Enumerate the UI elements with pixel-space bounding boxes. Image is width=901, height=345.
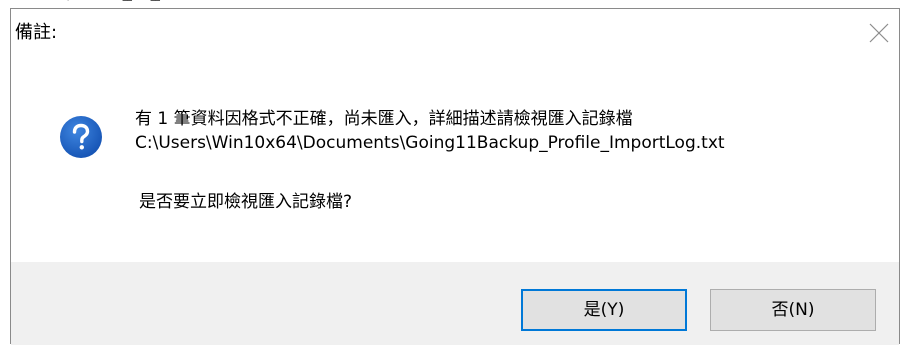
screen: ╵ └┘ └┘ 備註: 有 1 筆資料因格式不正確，尚未匯入，詳細描述請檢視匯入… xyxy=(0,0,901,345)
background-glyph: ╵ xyxy=(64,0,73,9)
close-button[interactable] xyxy=(863,17,895,49)
message-line-2: C:\Users\Win10x64\Documents\Going11Backu… xyxy=(135,133,725,153)
background-glyph: └┘ xyxy=(119,0,136,9)
background-glyph: └┘ xyxy=(147,0,164,9)
close-icon xyxy=(869,23,889,43)
button-bar: 是(Y) 否(N) xyxy=(11,262,899,345)
question-icon xyxy=(59,115,103,159)
message-line-1: 有 1 筆資料因格式不正確，尚未匯入，詳細描述請檢視匯入記錄檔 xyxy=(135,109,633,129)
yes-button[interactable]: 是(Y) xyxy=(521,289,687,331)
dialog-content: 有 1 筆資料因格式不正確，尚未匯入，詳細描述請檢視匯入記錄檔 C:\Users… xyxy=(11,49,899,262)
no-button[interactable]: 否(N) xyxy=(710,289,876,331)
question-text: 是否要立即檢視匯入記錄檔? xyxy=(139,192,353,212)
dialog-title: 備註: xyxy=(15,22,58,43)
title-bar[interactable]: 備註: xyxy=(11,9,899,49)
message-dialog: 備註: 有 1 筆資料因格式不正確，尚未匯入，詳細描述請檢視匯入記錄檔 C:\U… xyxy=(10,8,900,345)
